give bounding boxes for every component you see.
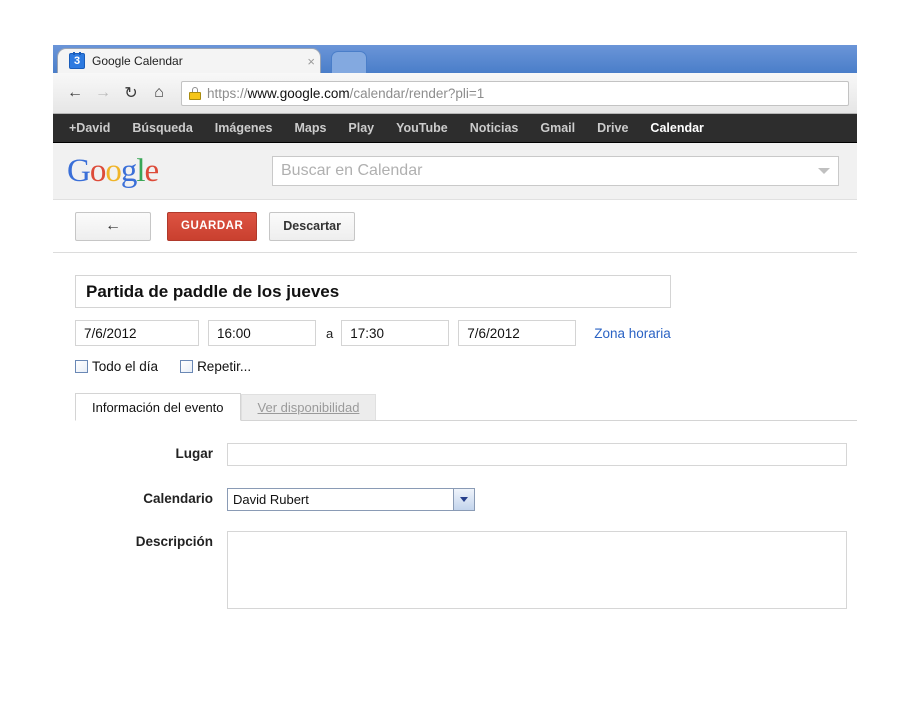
event-options-row: Todo el día Repetir...: [75, 359, 857, 374]
calendar-favicon-icon: 3: [69, 52, 85, 69]
browser-window: 3 Google Calendar × ← → ↻ ⌂ https:// www…: [53, 45, 857, 705]
home-icon[interactable]: ⌂: [145, 79, 173, 107]
logo-letter-g1: G: [67, 152, 91, 189]
repeat-checkbox[interactable]: [180, 360, 194, 373]
place-label: Lugar: [175, 446, 213, 461]
field-row-place: Lugar: [75, 443, 857, 466]
logo-letter-g2: g: [120, 152, 137, 189]
event-title-input[interactable]: Partida de paddle de los jueves: [75, 275, 671, 308]
gbar-item-drive[interactable]: Drive: [597, 121, 628, 135]
calendar-select[interactable]: David Rubert: [227, 488, 475, 511]
google-services-bar: +David Búsqueda Imágenes Maps Play YouTu…: [53, 114, 857, 143]
place-input[interactable]: [227, 443, 847, 466]
calendar-search-box[interactable]: Buscar en Calendar: [272, 156, 839, 186]
url-path: /calendar/render?pli=1: [349, 85, 485, 101]
description-label: Descripción: [135, 534, 213, 549]
end-time-input[interactable]: 17:30: [341, 320, 450, 346]
start-time-input[interactable]: 16:00: [208, 320, 316, 346]
repeat-label: Repetir...: [197, 359, 252, 374]
calendar-label: Calendario: [143, 491, 213, 506]
gbar-item-play[interactable]: Play: [348, 121, 374, 135]
gbar-item-calendar[interactable]: Calendar: [650, 121, 704, 135]
url-host: www.google.com: [247, 85, 350, 101]
browser-tab-content[interactable]: 3 Google Calendar ×: [63, 48, 321, 73]
datetime-separator: a: [326, 325, 334, 341]
forward-icon: →: [95, 84, 111, 101]
close-icon[interactable]: ×: [307, 54, 315, 69]
search-input[interactable]: Buscar en Calendar: [281, 162, 818, 180]
all-day-checkbox[interactable]: [75, 360, 88, 373]
back-button[interactable]: ←: [75, 211, 151, 241]
chevron-down-icon[interactable]: [818, 168, 830, 174]
logo-letter-l: l: [136, 152, 145, 189]
browser-tab-title: Google Calendar: [92, 54, 183, 68]
browser-tab-strip: 3 Google Calendar ×: [53, 45, 857, 73]
lock-icon: [189, 86, 201, 100]
chevron-down-icon[interactable]: [453, 489, 474, 510]
google-logo[interactable]: Google: [67, 153, 272, 190]
gbar-item-busqueda[interactable]: Búsqueda: [132, 121, 192, 135]
discard-button[interactable]: Descartar: [269, 211, 355, 241]
back-icon[interactable]: ←: [61, 79, 89, 107]
timezone-link[interactable]: Zona horaria: [594, 326, 671, 341]
google-header: Google Buscar en Calendar: [53, 143, 857, 200]
calendar-select-value: David Rubert: [233, 492, 309, 507]
address-bar[interactable]: https:// www.google.com /calendar/render…: [181, 80, 849, 106]
browser-navigation-bar: ← → ↻ ⌂ https:// www.google.com /calenda…: [53, 73, 857, 114]
tab-event-details[interactable]: Información del evento: [75, 393, 241, 421]
gbar-item-youtube[interactable]: YouTube: [396, 121, 448, 135]
field-row-calendar: Calendario David Rubert: [75, 488, 857, 511]
logo-letter-o1: o: [89, 152, 106, 189]
reload-icon[interactable]: ↻: [117, 79, 145, 107]
gbar-item-plus-david[interactable]: +David: [69, 121, 110, 135]
event-action-toolbar: ← GUARDAR Descartar: [53, 200, 857, 253]
all-day-label: Todo el día: [92, 359, 159, 374]
gbar-item-gmail[interactable]: Gmail: [540, 121, 575, 135]
end-date-input[interactable]: 7/6/2012: [458, 320, 577, 346]
logo-letter-e: e: [144, 152, 160, 189]
event-datetime-row: 7/6/2012 16:00 a 17:30 7/6/2012 Zona hor…: [75, 320, 857, 346]
gbar-item-noticias[interactable]: Noticias: [470, 121, 519, 135]
logo-letter-o2: o: [105, 152, 121, 189]
new-tab-button[interactable]: [331, 51, 367, 73]
description-textarea[interactable]: [227, 531, 847, 609]
url-scheme: https://: [207, 85, 248, 101]
tab-availability[interactable]: Ver disponibilidad: [240, 394, 377, 420]
event-tabs: Información del evento Ver disponibilida…: [75, 391, 857, 421]
gbar-item-imagenes[interactable]: Imágenes: [215, 121, 273, 135]
start-date-input[interactable]: 7/6/2012: [75, 320, 199, 346]
event-form: Partida de paddle de los jueves 7/6/2012…: [53, 253, 857, 609]
gbar-item-maps[interactable]: Maps: [294, 121, 326, 135]
save-button[interactable]: GUARDAR: [167, 211, 258, 241]
field-row-description: Descripción: [75, 531, 857, 609]
all-day-checkbox-group[interactable]: Todo el día: [75, 359, 158, 374]
repeat-checkbox-group[interactable]: Repetir...: [180, 359, 251, 374]
